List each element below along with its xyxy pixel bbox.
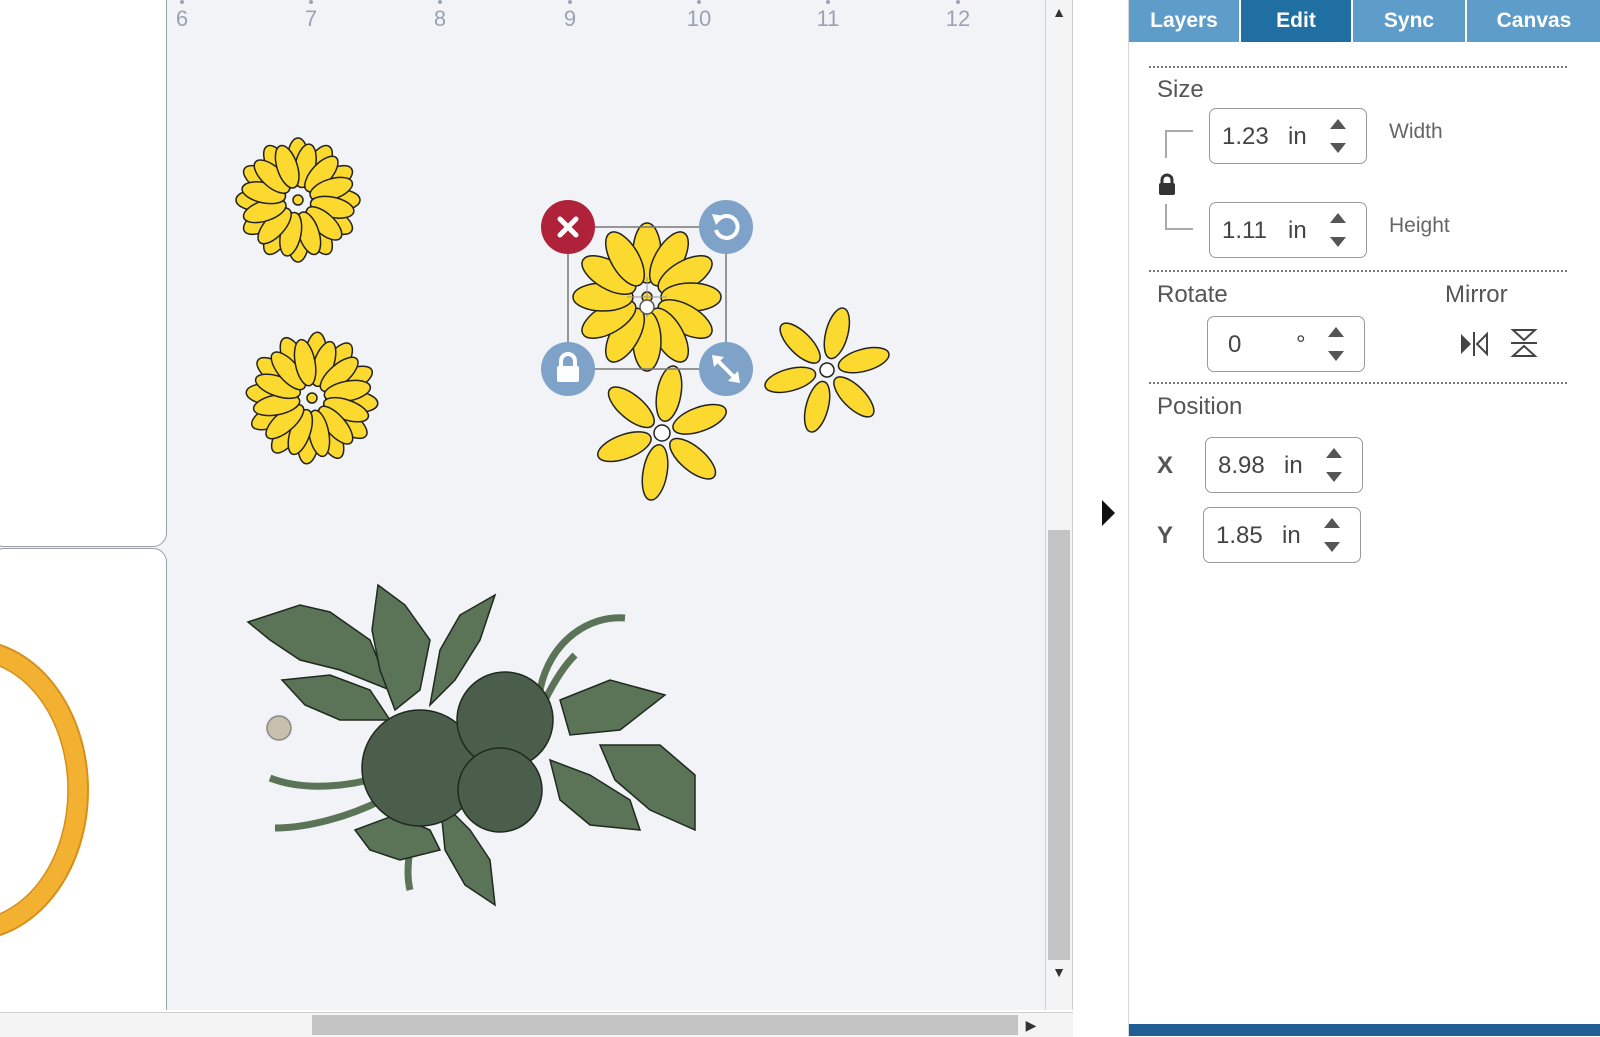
width-field[interactable]: 1.23 in bbox=[1209, 108, 1367, 164]
position-title: Position bbox=[1157, 393, 1243, 420]
scroll-right-arrow-icon[interactable]: ▶ bbox=[1018, 1013, 1044, 1037]
tab-sync[interactable]: Sync bbox=[1353, 0, 1467, 42]
scalloped-frame[interactable] bbox=[0, 640, 89, 940]
mirror-vertical-icon[interactable] bbox=[1509, 328, 1539, 358]
flower-center bbox=[306, 392, 318, 404]
divider bbox=[1149, 270, 1567, 272]
horizontal-scrollbar[interactable]: ▶ bbox=[0, 1012, 1073, 1037]
rotate-title: Rotate bbox=[1157, 281, 1228, 308]
flower-center bbox=[292, 194, 304, 206]
height-label: Height bbox=[1389, 214, 1450, 237]
aspect-link-bracket bbox=[1165, 204, 1193, 230]
resize-handle[interactable] bbox=[699, 342, 753, 396]
divider bbox=[1149, 382, 1567, 384]
x-label: X bbox=[1157, 452, 1174, 479]
properties-panel: Layers Edit Sync Canvas Size 1.23 in Wid… bbox=[1128, 0, 1600, 1036]
width-value: 1.23 bbox=[1222, 123, 1269, 150]
increment-icon[interactable] bbox=[1326, 448, 1342, 458]
design-canvas[interactable]: 6 7 8 9 10 11 12 bbox=[0, 0, 1045, 1010]
tab-canvas[interactable]: Canvas bbox=[1467, 0, 1600, 42]
flower-layered-1-petals bbox=[235, 137, 361, 263]
decrement-icon[interactable] bbox=[1326, 472, 1342, 482]
lock-handle[interactable] bbox=[541, 342, 595, 396]
flower-layered-2-petals bbox=[245, 331, 379, 465]
x-unit: in bbox=[1284, 452, 1303, 479]
width-label: Width bbox=[1389, 120, 1443, 143]
flower-layered-2[interactable] bbox=[245, 331, 379, 465]
horizontal-scroll-thumb[interactable] bbox=[312, 1015, 1032, 1035]
rotate-value: 0 bbox=[1228, 331, 1242, 358]
petal bbox=[803, 380, 831, 433]
y-value: 1.85 bbox=[1216, 522, 1263, 549]
increment-icon[interactable] bbox=[1330, 119, 1346, 129]
height-unit: in bbox=[1288, 217, 1307, 244]
rotate-handle[interactable] bbox=[699, 200, 753, 254]
petal bbox=[779, 322, 821, 364]
panel-collapse-arrow-icon[interactable] bbox=[1102, 500, 1115, 526]
increment-icon[interactable] bbox=[1328, 327, 1344, 337]
petal bbox=[607, 386, 655, 429]
height-field[interactable]: 1.11 in bbox=[1209, 202, 1367, 258]
rotate-field[interactable]: 0 ° bbox=[1207, 316, 1365, 372]
y-unit: in bbox=[1282, 522, 1301, 549]
holly-cluster[interactable] bbox=[246, 583, 696, 907]
artwork-layer[interactable] bbox=[0, 0, 1045, 1010]
x-value: 8.98 bbox=[1218, 452, 1265, 479]
size-title: Size bbox=[1157, 76, 1204, 103]
y-label: Y bbox=[1157, 522, 1174, 549]
petal bbox=[764, 366, 817, 394]
flower-layered-1[interactable] bbox=[235, 137, 361, 263]
delete-handle[interactable] bbox=[541, 200, 595, 254]
mirror-title: Mirror bbox=[1445, 281, 1508, 308]
petal bbox=[655, 365, 683, 423]
decrement-icon[interactable] bbox=[1330, 237, 1346, 247]
aspect-link-bracket bbox=[1165, 130, 1193, 158]
lock-icon[interactable] bbox=[1157, 173, 1177, 197]
decrement-icon[interactable] bbox=[1324, 542, 1340, 552]
flower-six-petal-2[interactable] bbox=[762, 305, 891, 434]
y-field[interactable]: 1.85 in bbox=[1203, 507, 1361, 563]
panel-bottom-bar bbox=[1129, 1024, 1600, 1036]
scroll-up-arrow-icon[interactable]: ▲ bbox=[1046, 0, 1072, 24]
petal bbox=[641, 443, 669, 501]
petal bbox=[669, 437, 717, 480]
increment-icon[interactable] bbox=[1330, 213, 1346, 223]
small-dot-shape[interactable] bbox=[266, 715, 292, 741]
panel-tabs: Layers Edit Sync Canvas bbox=[1129, 0, 1600, 42]
vertical-scroll-thumb[interactable] bbox=[1048, 530, 1070, 980]
decrement-icon[interactable] bbox=[1328, 351, 1344, 361]
tab-layers[interactable]: Layers bbox=[1129, 0, 1241, 42]
x-field[interactable]: 8.98 in bbox=[1205, 437, 1363, 493]
tab-edit[interactable]: Edit bbox=[1241, 0, 1353, 42]
vertical-scrollbar[interactable]: ▲ ▼ bbox=[1045, 0, 1073, 1010]
height-value: 1.11 bbox=[1222, 217, 1267, 244]
mirror-horizontal-icon[interactable] bbox=[1459, 330, 1489, 358]
divider bbox=[1149, 66, 1567, 68]
decrement-icon[interactable] bbox=[1330, 143, 1346, 153]
petal bbox=[823, 307, 851, 360]
width-unit: in bbox=[1288, 123, 1307, 150]
petal bbox=[833, 376, 875, 418]
petal bbox=[837, 346, 890, 374]
increment-icon[interactable] bbox=[1324, 518, 1340, 528]
scroll-down-arrow-icon[interactable]: ▼ bbox=[1046, 960, 1072, 984]
rotate-unit: ° bbox=[1296, 331, 1306, 358]
